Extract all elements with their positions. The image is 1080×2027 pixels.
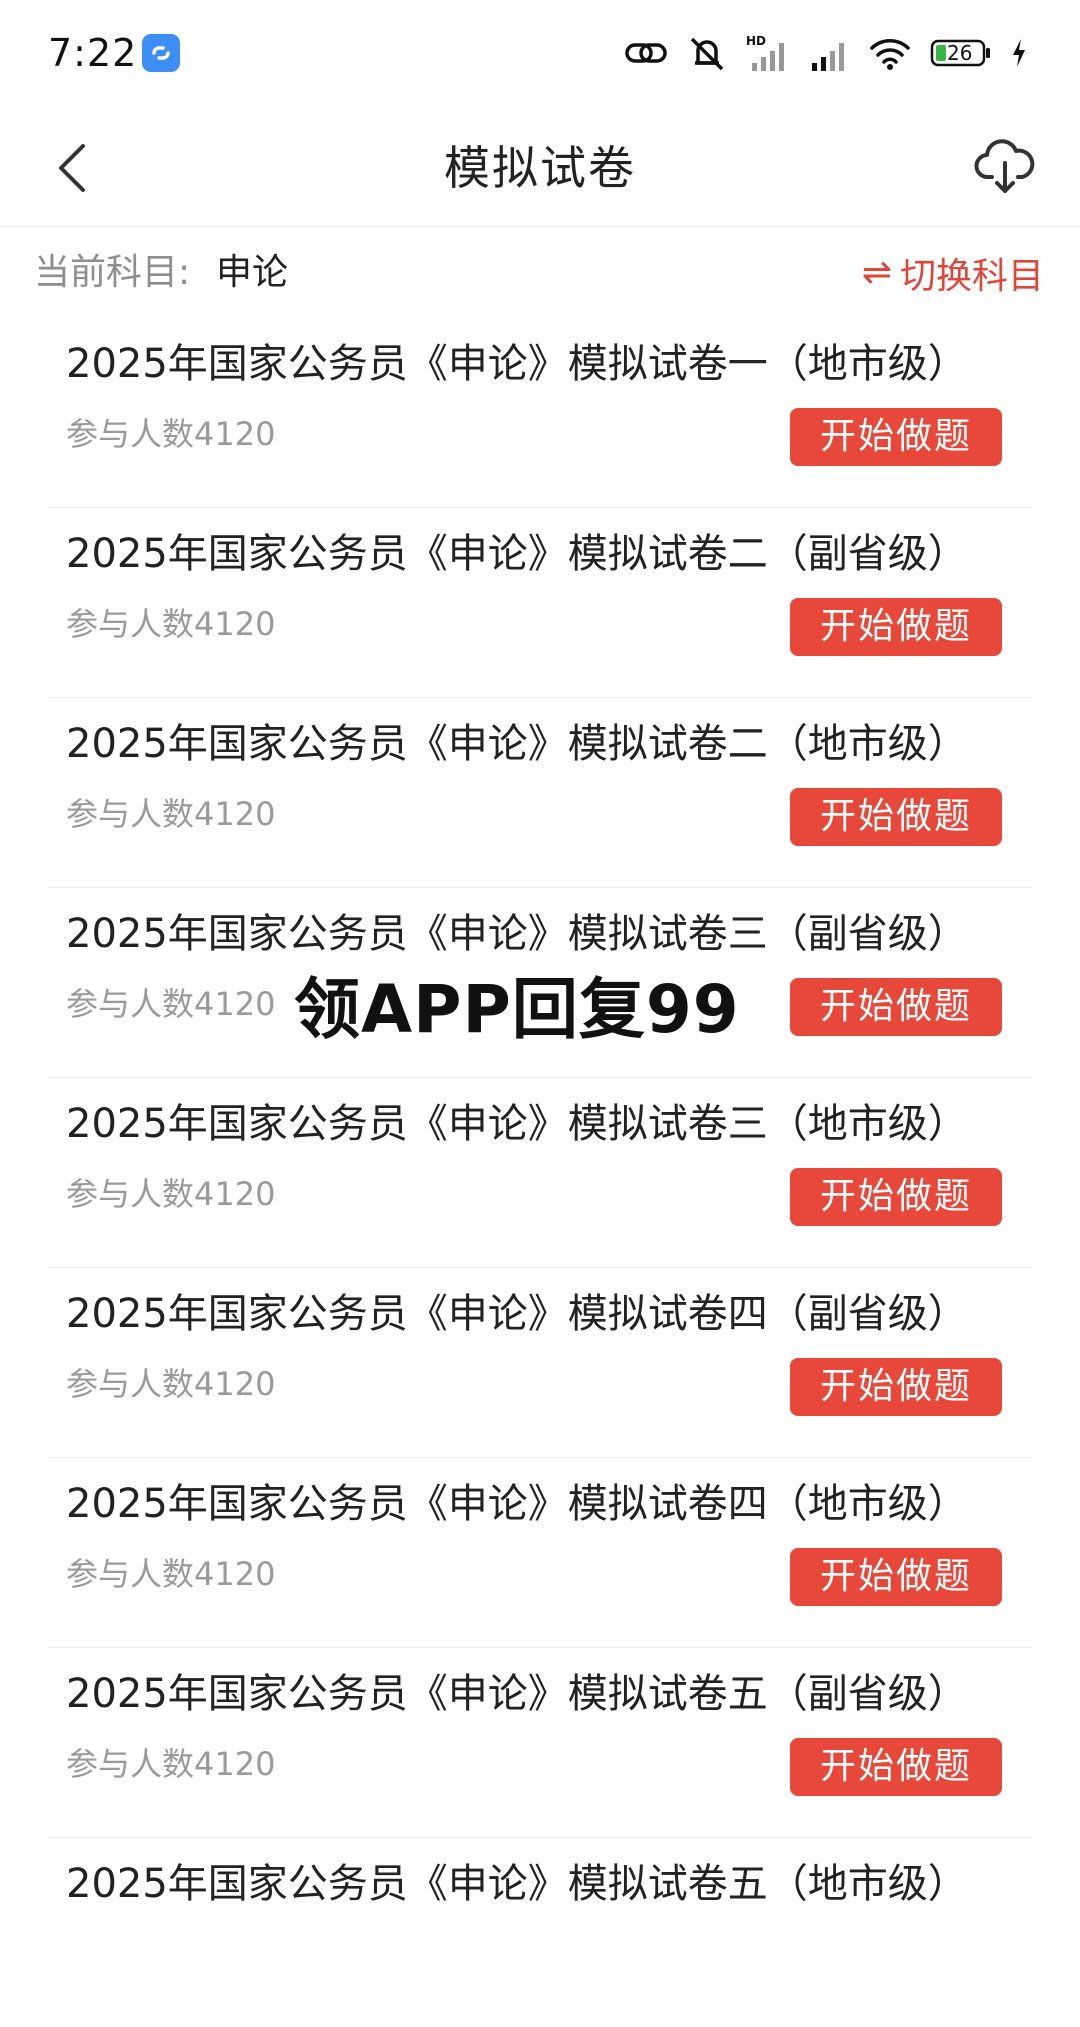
start-button[interactable]: 开始做题 [790,978,1002,1036]
cloud-download-icon [974,139,1035,193]
list-item: 2025年国家公务员《申论》模拟试卷一（地市级） 参与人数4120 开始做题 [48,318,1032,508]
participant-count: 参与人数4120 [66,605,276,643]
exam-title: 2025年国家公务员《申论》模拟试卷五（地市级） [66,1861,968,1907]
list-item: 2025年国家公务员《申论》模拟试卷五（地市级） [48,1838,1032,2027]
start-button[interactable]: 开始做题 [790,1358,1002,1416]
list-item: 2025年国家公务员《申论》模拟试卷三（地市级） 参与人数4120 开始做题 [48,1078,1032,1268]
list-item: 2025年国家公务员《申论》模拟试卷四（地市级） 参与人数4120 开始做题 [48,1458,1032,1648]
page-title: 模拟试卷 [444,141,636,195]
start-button[interactable]: 开始做题 [790,598,1002,656]
mute-icon [690,37,724,71]
exam-list: 2025年国家公务员《申论》模拟试卷一（地市级） 参与人数4120 开始做题 2… [0,318,1080,2027]
participant-count: 参与人数4120 [66,415,276,453]
start-button[interactable]: 开始做题 [790,1738,1002,1796]
exam-title: 2025年国家公务员《申论》模拟试卷三（副省级） [66,911,968,957]
exam-title: 2025年国家公务员《申论》模拟试卷二（地市级） [66,721,968,767]
signal-icon [812,43,844,71]
participant-count: 参与人数4120 [66,1745,276,1783]
start-button[interactable]: 开始做题 [790,788,1002,846]
switch-subject-label: 切换科目 [899,256,1044,297]
participant-count: 参与人数4120 [66,985,276,1023]
switch-subject-button[interactable]: ⇌ 切换科目 [862,248,1044,298]
exam-title: 2025年国家公务员《申论》模拟试卷二（副省级） [66,531,968,577]
start-button[interactable]: 开始做题 [790,1168,1002,1226]
exam-title: 2025年国家公务员《申论》模拟试卷五（副省级） [66,1671,968,1717]
list-item: 2025年国家公务员《申论》模拟试卷四（副省级） 参与人数4120 开始做题 [48,1268,1032,1458]
exam-title: 2025年国家公务员《申论》模拟试卷三（地市级） [66,1101,968,1147]
app-notification-icon [142,34,180,72]
download-button[interactable] [968,130,1042,204]
start-button[interactable]: 开始做题 [790,408,1002,466]
swap-icon: ⇌ [861,252,892,293]
svg-text:HD: HD [746,34,766,48]
wifi-icon [870,39,910,70]
list-item: 2025年国家公务员《申论》模拟试卷二（副省级） 参与人数4120 开始做题 [48,508,1032,698]
link-icon [625,43,667,63]
participant-count: 参与人数4120 [66,1175,276,1213]
exam-title: 2025年国家公务员《申论》模拟试卷四（地市级） [66,1481,968,1527]
overlay-text: 领APP回复99 [294,971,740,1048]
list-item: 2025年国家公务员《申论》模拟试卷五（副省级） 参与人数4120 开始做题 [48,1648,1032,1838]
subject-value: 申论 [216,252,289,293]
exam-title: 2025年国家公务员《申论》模拟试卷一（地市级） [66,341,968,387]
subject-label: 当前科目: [34,252,191,293]
exam-title: 2025年国家公务员《申论》模拟试卷四（副省级） [66,1291,968,1337]
participant-count: 参与人数4120 [66,1555,276,1593]
status-bar: 7:22 HD 26 [0,0,1080,110]
charging-icon [1013,39,1025,67]
subject-row: 当前科目: 申论 ⇌ 切换科目 [0,236,1080,310]
status-icons: HD 26 [624,30,1028,76]
header: 模拟试卷 [0,110,1080,227]
start-button[interactable]: 开始做题 [790,1548,1002,1606]
participant-count: 参与人数4120 [66,795,276,833]
battery-icon: 26 [930,39,990,67]
list-item: 2025年国家公务员《申论》模拟试卷二（地市级） 参与人数4120 开始做题 [48,698,1032,888]
participant-count: 参与人数4120 [66,1365,276,1403]
signal-hd-icon: HD [746,34,784,71]
status-time: 7:22 [48,31,138,75]
svg-text:26: 26 [947,41,972,65]
